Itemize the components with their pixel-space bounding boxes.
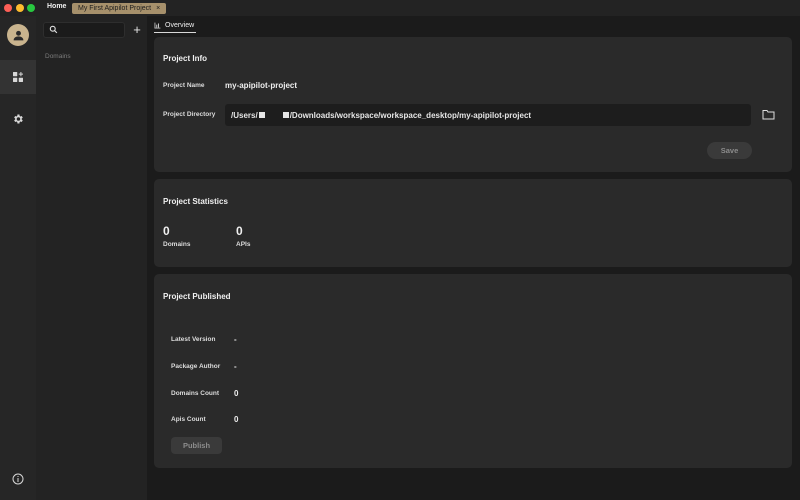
project-info-title: Project Info <box>163 54 208 63</box>
project-published-title: Project Published <box>163 292 231 301</box>
package-author-value: - <box>234 362 237 371</box>
tab-home[interactable]: Home <box>47 3 66 10</box>
add-domain-button[interactable]: + <box>131 23 143 37</box>
gear-icon <box>14 114 23 124</box>
redacted-mask <box>282 112 289 118</box>
domains-count-row-value: 0 <box>234 389 239 398</box>
domains-count-row-label: Domains Count <box>171 390 220 397</box>
project-info-card: Project Info Project Name my-apipilot-pr… <box>154 37 792 172</box>
folder-icon[interactable] <box>762 109 775 120</box>
directory-prefix: /Users/ <box>231 110 258 120</box>
minimize-window-button[interactable] <box>16 4 24 12</box>
tab-project[interactable]: My First Apipilot Project × <box>72 3 167 14</box>
maximize-window-button[interactable] <box>27 4 35 12</box>
apis-count-row-label: Apis Count <box>171 416 206 423</box>
project-name-value: my-apipilot-project <box>225 81 298 90</box>
save-button[interactable]: Save <box>707 142 752 159</box>
apis-count-row-value: 0 <box>234 415 239 424</box>
domains-count-label: Domains <box>163 241 191 248</box>
domains-count: 0 <box>163 224 170 238</box>
project-name-label: Project Name <box>163 82 205 89</box>
project-statistics-title: Project Statistics <box>163 197 228 206</box>
user-icon <box>13 30 23 40</box>
search-box[interactable] <box>43 22 125 38</box>
search-input[interactable] <box>62 24 122 36</box>
apis-count: 0 <box>236 224 243 238</box>
redacted-mask <box>266 112 281 118</box>
directory-suffix: /Downloads/workspace/workspace_desktop/m… <box>289 110 532 120</box>
package-author-label: Package Author <box>171 363 221 370</box>
latest-version-label: Latest Version <box>171 336 216 343</box>
project-published-card: Project Published Latest Version - Packa… <box>154 274 792 468</box>
title-bar: Home My First Apipilot Project × <box>0 0 800 16</box>
close-window-button[interactable] <box>4 4 12 12</box>
project-statistics-card: Project Statistics 0 Domains 0 APIs <box>154 179 792 267</box>
apps-add-icon <box>13 72 23 82</box>
project-directory-field[interactable]: /Users/ /Downloads/workspace/workspace_d… <box>225 104 751 126</box>
domains-section-label: Domains <box>45 53 71 60</box>
project-directory-label: Project Directory <box>163 111 216 118</box>
domains-sidebar: + Domains <box>36 16 147 500</box>
search-icon <box>49 25 58 34</box>
redacted-mask <box>258 112 265 118</box>
latest-version-value: - <box>234 335 237 344</box>
info-icon[interactable] <box>12 473 24 485</box>
chart-icon <box>154 22 161 29</box>
publish-button[interactable]: Publish <box>171 437 222 454</box>
avatar[interactable] <box>7 24 29 46</box>
rail-item-projects[interactable] <box>0 60 36 94</box>
tab-project-label: My First Apipilot Project <box>78 5 152 12</box>
apis-count-label: APIs <box>236 241 251 248</box>
tab-overview-label: Overview <box>165 22 195 29</box>
rail-item-settings[interactable] <box>0 102 36 136</box>
tab-overview[interactable]: Overview <box>154 19 197 33</box>
main-content: Overview Project Info Project Name my-ap… <box>147 16 800 500</box>
app-window: Home My First Apipilot Project × + Domai… <box>0 0 800 500</box>
close-icon[interactable]: × <box>156 5 160 12</box>
icon-rail <box>0 16 36 500</box>
